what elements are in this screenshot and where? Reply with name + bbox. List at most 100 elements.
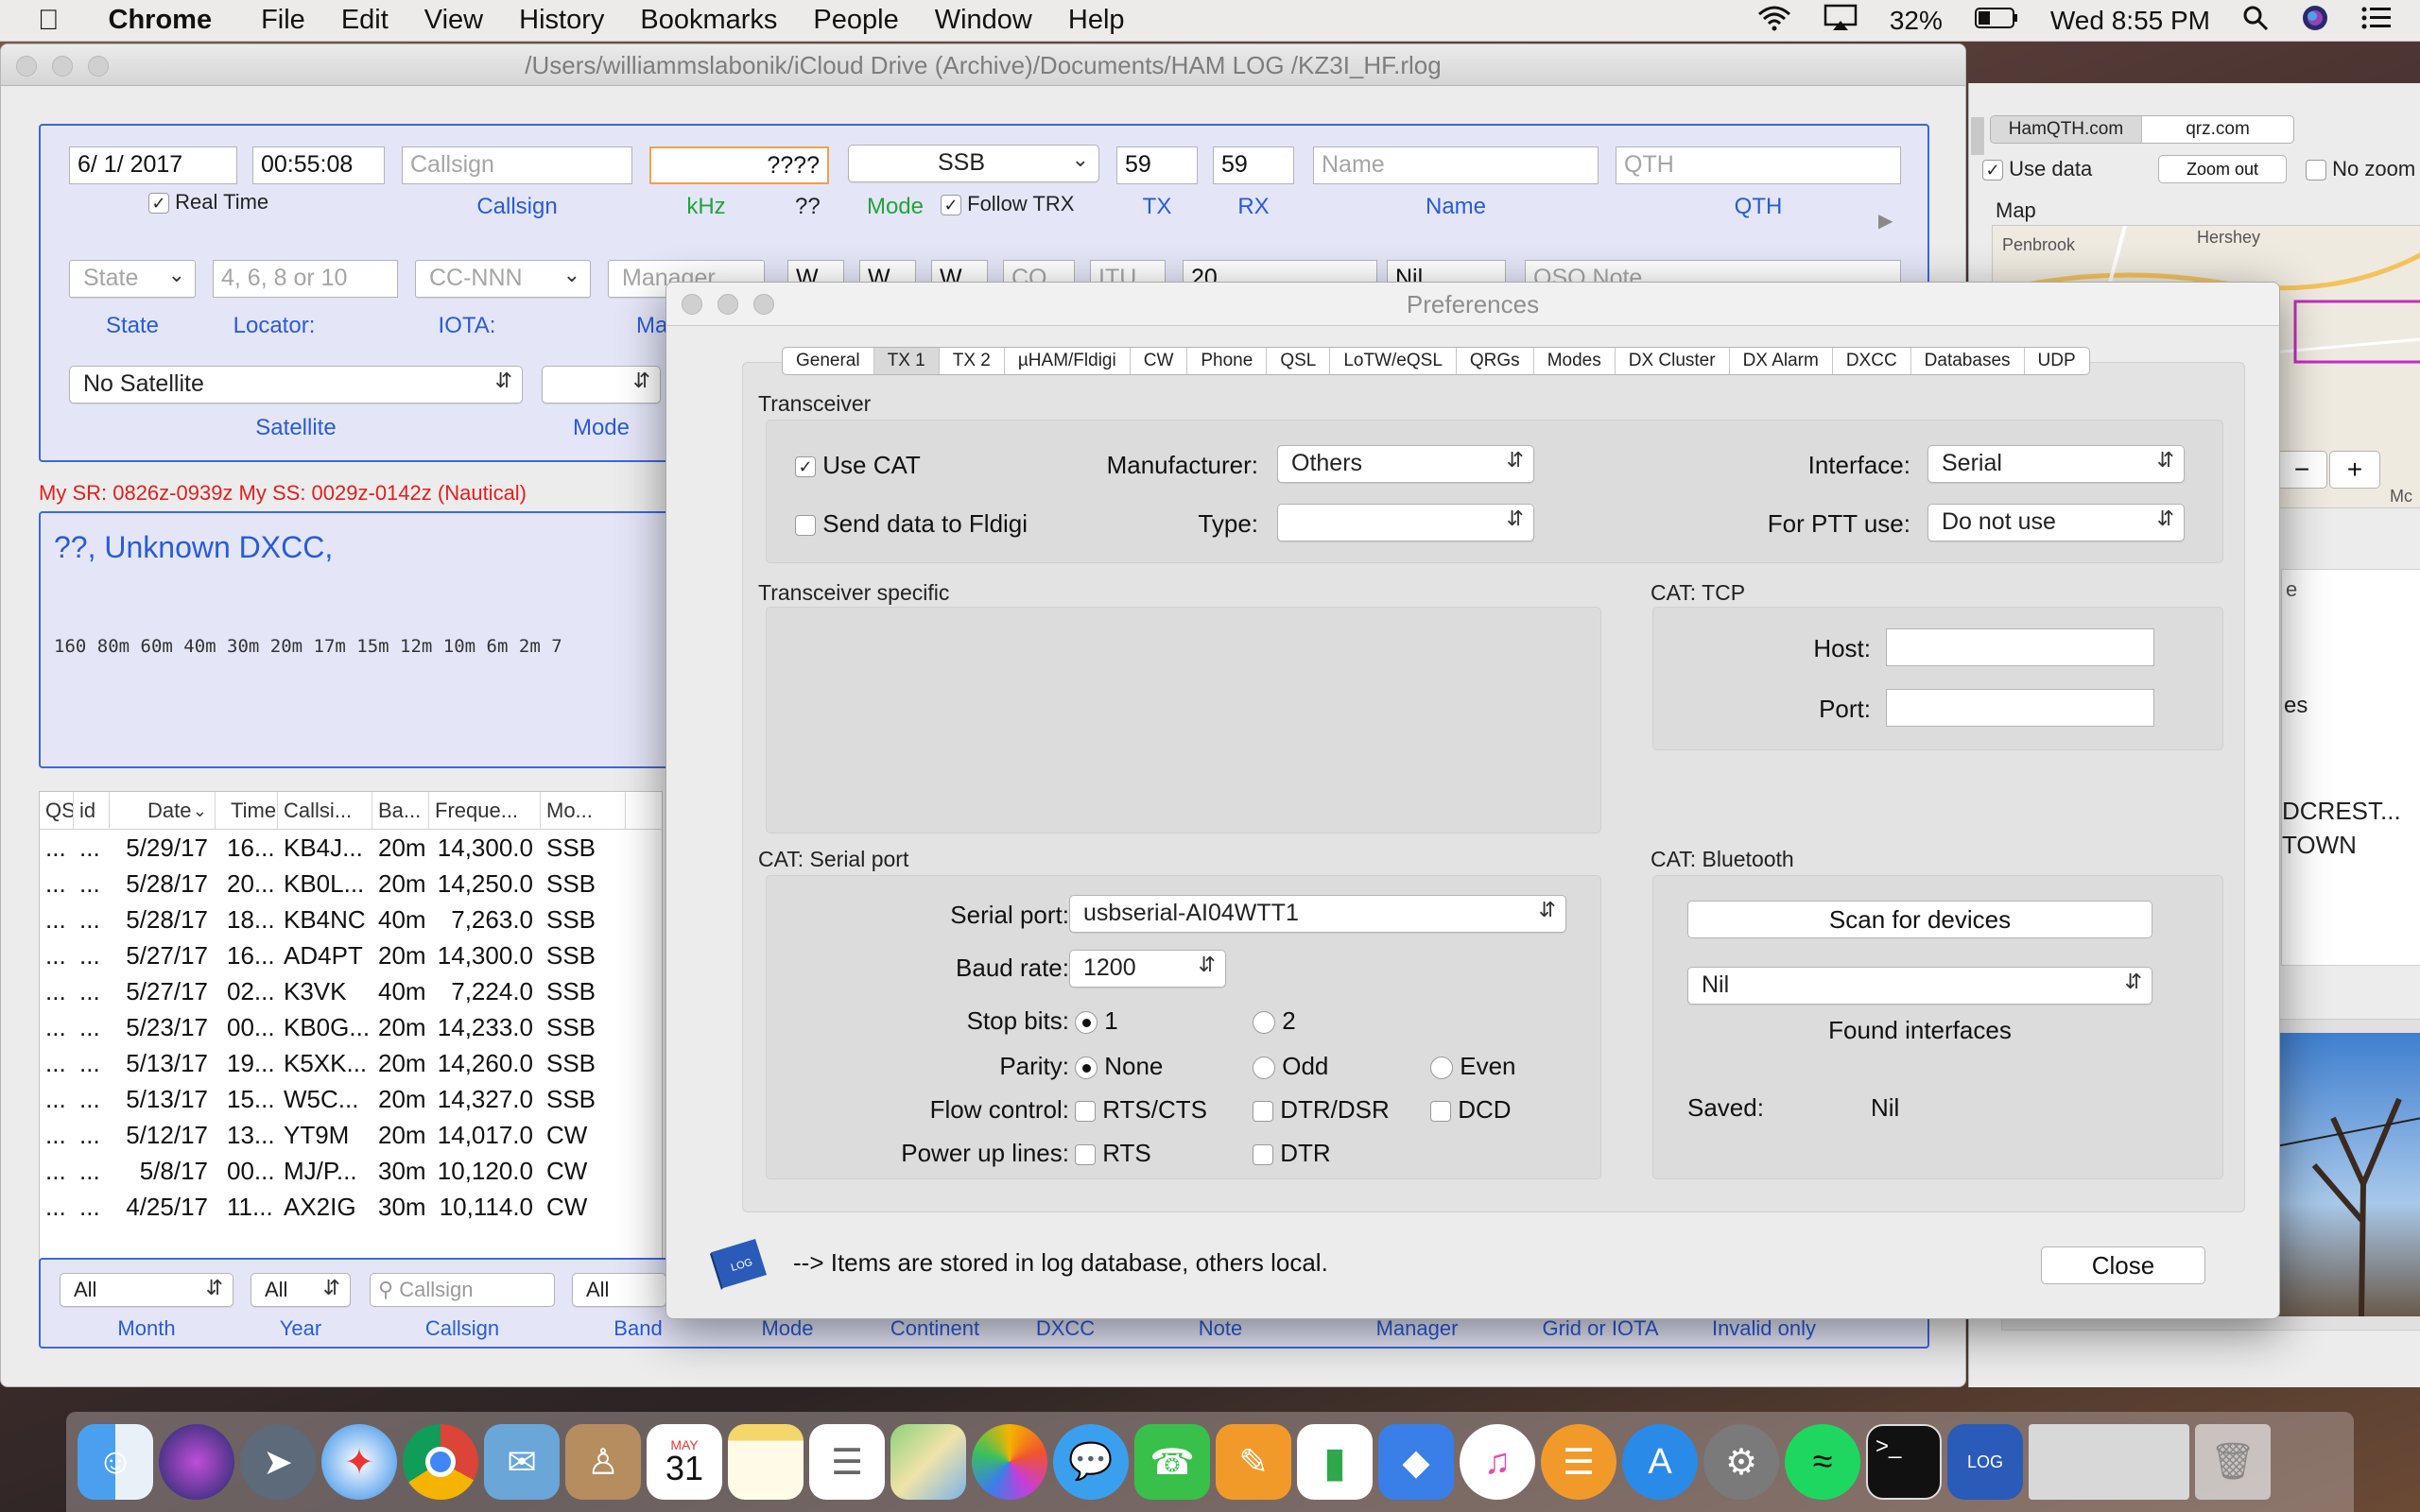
tab-cw[interactable]: CW (1131, 348, 1188, 374)
khz-field[interactable]: ???? (649, 146, 829, 184)
table-row[interactable]: ...... 5/23/17 00... KB0G... 20m 14,233.0 SSB (40, 1009, 662, 1045)
col-id[interactable]: id (74, 792, 110, 830)
battery-percent[interactable]: 32% (1890, 6, 1943, 36)
use-cat-checkbox[interactable]: ✓ Use CAT (795, 451, 921, 480)
map-zoom-in-button[interactable]: + (2329, 451, 2380, 489)
menu-history[interactable]: History (519, 5, 604, 36)
rx-field[interactable]: 59 (1213, 146, 1294, 184)
log-table[interactable]: QS id Date ⌄ Time Callsi... Ba... Freque.… (39, 791, 663, 1269)
finder-icon[interactable]: ☺ (78, 1424, 153, 1500)
state-select[interactable]: State ⌄ (69, 260, 196, 298)
tab-udp[interactable]: UDP (2025, 348, 2089, 374)
date-field[interactable]: 6/ 1/ 2017 (69, 146, 237, 184)
no-zoom-checkbox[interactable]: No zoom (2306, 157, 2415, 181)
trash-icon[interactable]: 🗑 (2195, 1424, 2271, 1500)
terminal-icon[interactable]: >_ (1866, 1424, 1942, 1500)
col-band[interactable]: Ba... (372, 792, 429, 830)
rumlog-icon[interactable]: LOG (1947, 1424, 2023, 1500)
airplay-icon[interactable] (1824, 4, 1858, 39)
tab-dx-alarm[interactable]: DX Alarm (1730, 348, 1833, 374)
name-field[interactable]: Name (1313, 146, 1599, 184)
send-fldigi-checkbox[interactable]: Send data to Fldigi (795, 509, 1028, 539)
qth-field[interactable]: QTH (1616, 146, 1901, 184)
table-row[interactable]: ...... 5/12/17 13... YT9M 20m 14,017.0 CW (40, 1117, 662, 1153)
tab-modes[interactable]: Modes (1534, 348, 1616, 374)
apple-icon[interactable]:  (38, 5, 60, 37)
col-frequency[interactable]: Freque... (429, 792, 541, 830)
tab-tx2[interactable]: TX 2 (940, 348, 1005, 374)
callsign-field[interactable]: Callsign (402, 146, 632, 184)
menu-bookmarks[interactable]: Bookmarks (640, 5, 777, 36)
tab-general[interactable]: General (783, 348, 874, 374)
expand-arrow-icon[interactable]: ▶ (1878, 209, 1893, 232)
calendar-icon[interactable]: MAY 31 (647, 1424, 722, 1500)
manufacturer-select[interactable]: Others ⇵ (1277, 445, 1534, 483)
scan-devices-button[interactable]: Scan for devices (1687, 901, 2152, 938)
reminders-icon[interactable]: ☰ (809, 1424, 885, 1500)
tab-hamqth[interactable]: HamQTH.com (1991, 116, 2142, 143)
ibooks-icon[interactable]: ☰ (1541, 1424, 1616, 1500)
tab-qsl[interactable]: QSL (1267, 348, 1331, 374)
month-filter-select[interactable]: All ⇵ (60, 1273, 233, 1307)
baud-rate-select[interactable]: 1200 ⇵ (1069, 950, 1226, 988)
tab-tx1[interactable]: TX 1 (873, 348, 940, 374)
appstore-icon[interactable]: A (1622, 1424, 1698, 1500)
interface-select[interactable]: Serial ⇵ (1927, 445, 2185, 483)
close-button[interactable]: Close (2041, 1246, 2205, 1284)
wifi-icon[interactable] (1757, 5, 1791, 38)
siri-icon[interactable] (159, 1424, 234, 1500)
locator-field[interactable]: 4, 6, 8 or 10 (213, 260, 398, 298)
preferences-icon[interactable]: ⚙ (1703, 1424, 1779, 1500)
satellite-select[interactable]: No Satellite ⇵ (69, 366, 523, 404)
col-mode[interactable]: Mo... (541, 792, 626, 830)
notes-icon[interactable] (728, 1424, 804, 1500)
port-field[interactable] (1886, 689, 2154, 727)
table-row[interactable]: ...... 5/27/17 16... AD4PT 20m 14,300.0 SSB (40, 937, 662, 973)
table-row[interactable]: ...... 5/29/17 16... KB4J... 20m 14,300.0 SSB (40, 830, 662, 866)
battery-icon[interactable] (1974, 6, 2018, 36)
menu-people[interactable]: People (813, 5, 898, 36)
host-field[interactable] (1886, 628, 2154, 666)
zoom-out-button[interactable]: Zoom out (2158, 155, 2287, 183)
lookup-list[interactable]: e es DCREST... TOWN (2281, 569, 2420, 966)
table-row[interactable]: ...... 5/13/17 19... K5XK... 20m 14,260.0 SSB (40, 1045, 662, 1081)
table-row[interactable]: ...... 5/28/17 18... KB4NC 40m 7,263.0 SSB (40, 902, 662, 937)
serial-port-select[interactable]: usbserial-AI04WTT1 ⇵ (1069, 895, 1566, 933)
table-row[interactable]: ...... 5/27/17 02... K3VK 40m 7,224.0 SSB (40, 973, 662, 1009)
photos-icon[interactable] (972, 1424, 1047, 1500)
ptt-select[interactable]: Do not use ⇵ (1927, 504, 2185, 541)
tab-lotw-eqsl[interactable]: LoTW/eQSL (1330, 348, 1457, 374)
pref-minimize-window-button[interactable] (717, 294, 738, 315)
keynote-icon[interactable]: ◆ (1378, 1424, 1454, 1500)
col-qsl[interactable]: QS (40, 792, 74, 830)
zoom-window-button[interactable] (88, 56, 109, 77)
messages-icon[interactable]: 💬 (1053, 1424, 1129, 1500)
col-time[interactable]: Time (216, 792, 278, 830)
tx-field[interactable]: 59 (1116, 146, 1198, 184)
table-row[interactable]: ...... 5/13/17 15... W5C... 20m 14,327.0 SSB (40, 1081, 662, 1117)
spotify-icon[interactable]: ≈ (1785, 1424, 1860, 1500)
clock[interactable]: Wed 8:55 PM (2050, 6, 2210, 36)
table-row[interactable]: ...... 4/25/17 11... AX2IG 30m 10,114.0 CW (40, 1189, 662, 1225)
power-rts-checkbox[interactable]: RTS (1075, 1139, 1151, 1168)
col-date[interactable]: Date ⌄ (110, 792, 216, 830)
numbers-icon[interactable]: ▮ (1297, 1424, 1373, 1500)
table-row[interactable]: ...... 5/8/17 00... MJ/P... 30m 10,120.0 CW (40, 1153, 662, 1189)
mail-icon[interactable]: ✉ (484, 1424, 560, 1500)
menu-app-name[interactable]: Chrome (109, 5, 213, 36)
tab-phone[interactable]: Phone (1187, 348, 1268, 374)
flow-dtr-dsr-checkbox[interactable]: DTR/DSR (1253, 1095, 1390, 1125)
use-data-checkbox[interactable]: ✓ Use data (1982, 157, 2092, 181)
menu-edit[interactable]: Edit (341, 5, 389, 36)
iota-select[interactable]: CC-NNN ⌄ (415, 260, 591, 298)
tab-dxcc[interactable]: DXCC (1833, 348, 1911, 374)
map-zoom-out-button[interactable]: − (2276, 451, 2327, 489)
menu-view[interactable]: View (424, 5, 483, 36)
window-thumb-icon[interactable] (2029, 1424, 2189, 1500)
pref-zoom-window-button[interactable] (753, 294, 774, 315)
parity-even-radio[interactable]: Even (1430, 1052, 1516, 1081)
tab-uham-fldigi[interactable]: µHAM/Fldigi (1005, 348, 1131, 374)
table-row[interactable]: ...... 5/28/17 20... KB0L... 20m 14,250.0 SSB (40, 866, 662, 902)
tab-dx-cluster[interactable]: DX Cluster (1616, 348, 1730, 374)
bluetooth-device-select[interactable]: Nil ⇵ (1687, 967, 2152, 1005)
